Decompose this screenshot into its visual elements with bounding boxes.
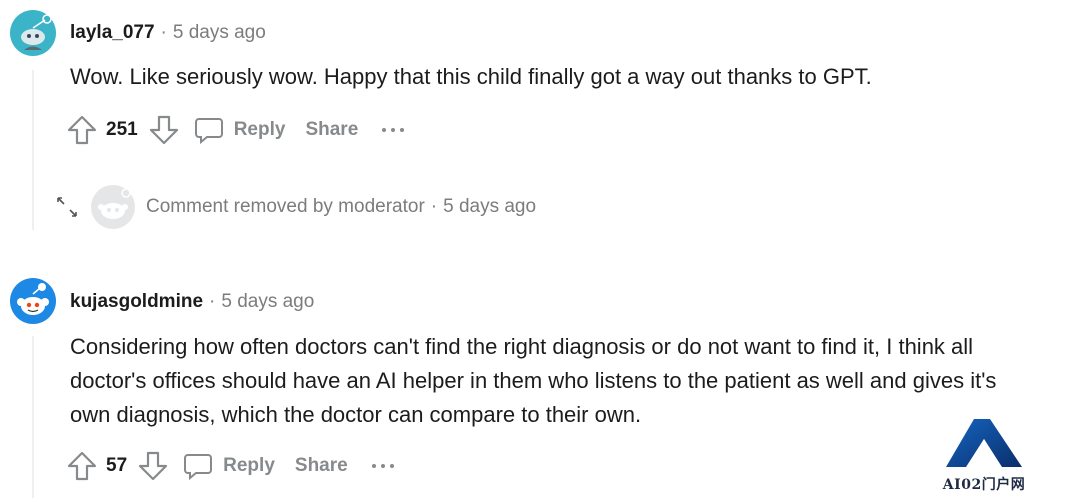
more-options-icon[interactable]: [371, 464, 394, 468]
more-options-icon[interactable]: [382, 128, 405, 132]
separator-dot: ·: [430, 196, 438, 217]
comment-author[interactable]: layla_077: [70, 22, 155, 44]
vote-count: 251: [106, 119, 138, 140]
reply-button[interactable]: Reply: [194, 115, 286, 145]
comment-actions: 251 Reply Share: [66, 112, 405, 148]
watermark: AI02门户网: [936, 417, 1032, 494]
comment-line: doctor's offices should have an AI helpe…: [70, 368, 997, 393]
comment-line: own diagnosis, which the doctor can comp…: [70, 402, 642, 427]
comment-timestamp[interactable]: 5 days ago: [443, 196, 536, 218]
comment-line: Considering how often doctors can't find…: [70, 334, 974, 359]
separator-dot: ·: [160, 22, 167, 43]
downvote-icon[interactable]: [137, 450, 169, 482]
reply-label: Reply: [233, 119, 286, 140]
removed-avatar-icon: [91, 185, 135, 229]
separator-dot: ·: [209, 291, 216, 312]
reply-button[interactable]: Reply: [183, 451, 275, 481]
reply-label: Reply: [223, 455, 275, 476]
share-button[interactable]: Share: [305, 119, 358, 141]
share-button[interactable]: Share: [295, 455, 348, 477]
comment-actions: 57 Reply Share: [66, 448, 394, 484]
removed-comment: Comment removed by moderator · 5 days ag…: [56, 184, 536, 230]
user-avatar-icon[interactable]: [10, 278, 56, 324]
watermark-logo-icon: [946, 419, 1022, 467]
downvote-icon[interactable]: [148, 114, 180, 146]
comment-timestamp[interactable]: 5 days ago: [173, 22, 266, 44]
comment-author[interactable]: kujasgoldmine: [70, 291, 203, 313]
vote-count: 57: [106, 455, 128, 476]
comment-line: Wow. Like seriously wow. Happy that this…: [70, 64, 872, 89]
comment-body: Considering how often doctors can't find…: [70, 330, 996, 432]
removed-notice: Comment removed by moderator: [146, 196, 425, 217]
upvote-icon[interactable]: [66, 114, 98, 146]
comment-bubble-icon: [184, 454, 213, 481]
upvote-icon[interactable]: [66, 450, 98, 482]
user-avatar-icon[interactable]: [10, 10, 56, 56]
comment-timestamp[interactable]: 5 days ago: [221, 291, 314, 313]
thread-line[interactable]: [32, 70, 34, 230]
comment-bubble-icon: [194, 118, 223, 145]
watermark-text: AI02门户网: [942, 477, 1026, 493]
expand-icon[interactable]: [56, 196, 78, 218]
comment-body: Wow. Like seriously wow. Happy that this…: [70, 60, 872, 94]
thread-line[interactable]: [32, 336, 34, 498]
